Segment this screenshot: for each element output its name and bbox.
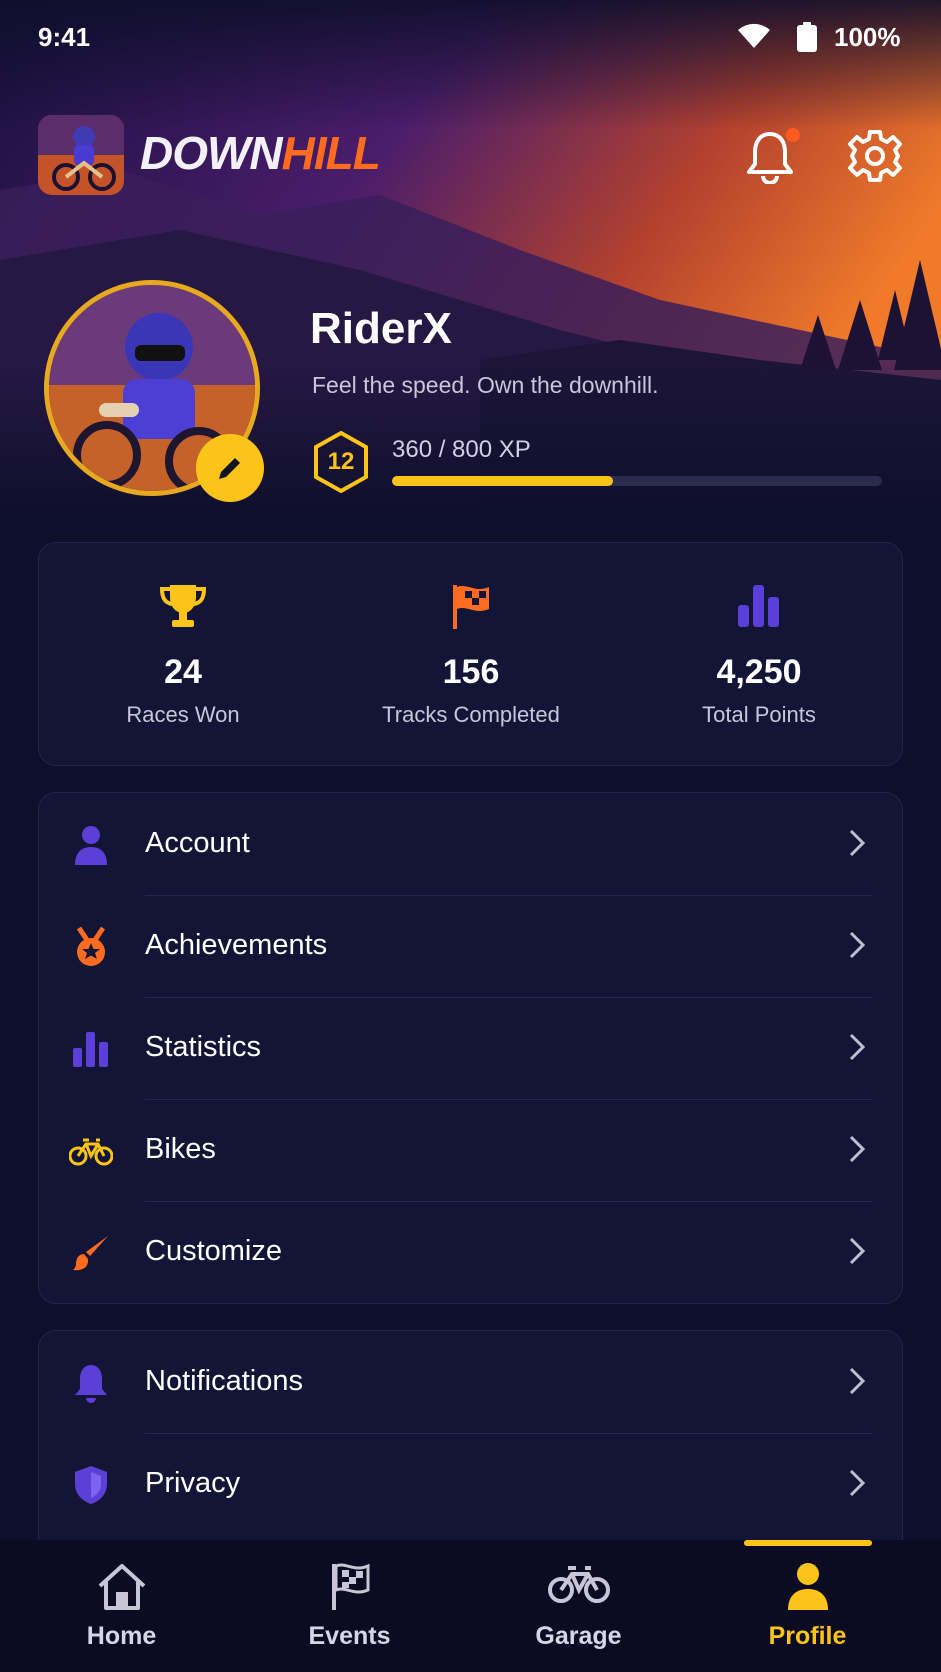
- profile-menu: Account Achievements Statistics Bikes Cu…: [38, 792, 903, 1304]
- chevron-right-icon: [847, 1133, 867, 1170]
- chevron-right-icon: [847, 1467, 867, 1504]
- nav-garage[interactable]: Garage: [461, 1540, 696, 1672]
- chevron-right-icon: [847, 1031, 867, 1068]
- app-wordmark: DOWNHILL: [140, 126, 381, 180]
- chevron-right-icon: [847, 1235, 867, 1272]
- notification-badge-dot: [786, 128, 800, 142]
- edit-avatar-button[interactable]: [196, 434, 264, 502]
- stat-value: 24: [164, 653, 202, 691]
- flag-icon: [232, 1562, 467, 1614]
- status-bar: 9:41 100%: [0, 0, 941, 72]
- menu-item-privacy[interactable]: Privacy: [39, 1433, 904, 1535]
- medal-icon: [69, 925, 113, 969]
- menu-item-statistics[interactable]: Statistics: [39, 997, 904, 1099]
- checkered-flag-icon: [327, 583, 615, 633]
- gear-icon: [848, 130, 902, 182]
- chevron-right-icon: [847, 1365, 867, 1402]
- home-icon: [4, 1562, 239, 1614]
- xp-progress-text: 360 / 800 XP: [392, 436, 531, 463]
- bicycle-icon: [69, 1129, 113, 1173]
- menu-item-label: Customize: [145, 1235, 282, 1267]
- bottom-navigation: Home Events Garage Profile: [0, 1540, 941, 1672]
- trophy-icon: [39, 583, 327, 633]
- menu-item-label: Bikes: [145, 1133, 216, 1165]
- menu-item-label: Privacy: [145, 1467, 241, 1499]
- stat-value: 156: [442, 653, 500, 691]
- menu-item-customize[interactable]: Customize: [39, 1201, 904, 1303]
- stat-total-points: 4,250 Total Points: [615, 583, 903, 728]
- menu-item-label: Notifications: [145, 1365, 303, 1397]
- nav-label: Garage: [535, 1622, 622, 1650]
- nav-home[interactable]: Home: [4, 1540, 239, 1672]
- pencil-icon: [219, 458, 240, 479]
- nav-profile[interactable]: Profile: [690, 1540, 925, 1672]
- wordmark-hill: HILL: [281, 127, 381, 179]
- bar-chart-icon: [69, 1027, 113, 1071]
- nav-label: Home: [86, 1622, 157, 1650]
- battery-percentage: 100%: [834, 22, 901, 52]
- bar-chart-icon: [615, 583, 903, 633]
- battery-icon: [796, 22, 818, 57]
- nav-label: Events: [308, 1622, 391, 1650]
- stat-label: Total Points: [702, 702, 816, 727]
- active-tab-indicator: [744, 1540, 872, 1546]
- app-logo: [38, 115, 124, 195]
- menu-item-label: Statistics: [145, 1031, 262, 1063]
- paintbrush-icon: [69, 1231, 113, 1275]
- stat-label: Races Won: [126, 702, 240, 727]
- stat-tracks-completed: 156 Tracks Completed: [327, 583, 615, 728]
- chevron-right-icon: [847, 929, 867, 966]
- bicycle-icon: [461, 1562, 696, 1614]
- menu-item-label: Achievements: [145, 929, 328, 961]
- menu-item-bikes[interactable]: Bikes: [39, 1099, 904, 1201]
- bell-icon: [69, 1361, 113, 1405]
- wordmark-down: DOWN: [140, 127, 283, 179]
- level-number: 12: [327, 448, 355, 475]
- menu-item-achievements[interactable]: Achievements: [39, 895, 904, 997]
- stat-value: 4,250: [716, 653, 802, 691]
- menu-item-account[interactable]: Account: [39, 793, 904, 895]
- username: RiderX: [310, 304, 452, 353]
- user-tagline: Feel the speed. Own the downhill.: [312, 372, 659, 398]
- person-icon: [690, 1562, 925, 1614]
- stat-label: Tracks Completed: [382, 702, 560, 727]
- chevron-right-icon: [847, 827, 867, 864]
- menu-item-notifications[interactable]: Notifications: [39, 1331, 904, 1433]
- xp-progress-fill: [392, 476, 613, 486]
- settings-button[interactable]: [848, 128, 902, 184]
- menu-item-label: Account: [145, 827, 250, 859]
- nav-label: Profile: [768, 1622, 847, 1650]
- stat-races-won: 24 Races Won: [39, 583, 327, 728]
- wifi-icon: [736, 22, 772, 55]
- xp-progress-bar: [392, 476, 882, 486]
- person-icon: [69, 823, 113, 867]
- nav-events[interactable]: Events: [232, 1540, 467, 1672]
- shield-icon: [69, 1463, 113, 1507]
- stats-card: 24 Races Won 156 Tracks Completed 4,250 …: [38, 542, 903, 766]
- status-time: 9:41: [38, 22, 91, 52]
